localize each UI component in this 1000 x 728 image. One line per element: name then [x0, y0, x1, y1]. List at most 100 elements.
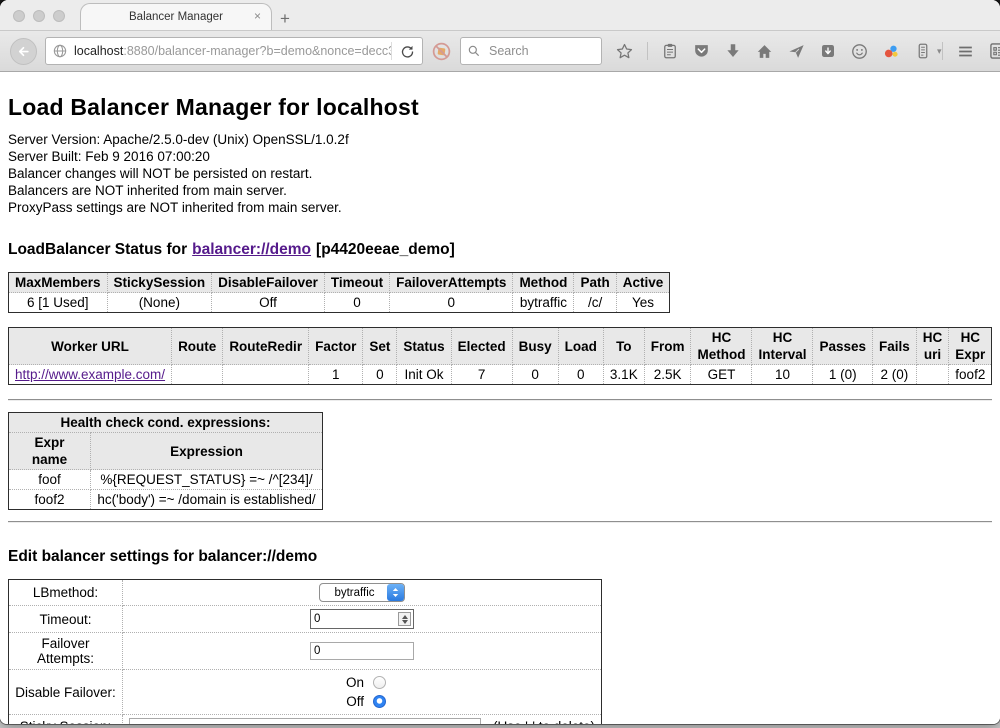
- clipboard-icon[interactable]: [661, 42, 679, 60]
- radio-on-button[interactable]: [373, 676, 386, 689]
- reload-button[interactable]: [392, 44, 422, 59]
- failover-attempts-input[interactable]: [310, 642, 414, 660]
- col-passes: Passes: [813, 328, 873, 365]
- worker-table: Worker URL Route RouteRedir Factor Set S…: [8, 327, 992, 385]
- cell-hc-method: GET: [691, 365, 752, 385]
- new-tab-button[interactable]: +: [280, 10, 290, 27]
- traffic-lights: [13, 10, 65, 22]
- sticky-session-note: (Use '-' to delete): [493, 719, 597, 724]
- downloads-icon[interactable]: [724, 42, 742, 60]
- url-input[interactable]: localhost:8880/balancer-manager?b=demo&n…: [74, 44, 391, 58]
- cell-elected: 7: [451, 365, 512, 385]
- radio-on-label: On: [338, 673, 364, 692]
- cell-set: 0: [363, 365, 397, 385]
- tab-balancer-manager[interactable]: Balancer Manager ×: [80, 3, 272, 30]
- select-stepper-icon: [387, 584, 404, 601]
- timeout-input[interactable]: [311, 613, 398, 625]
- worker-url-link[interactable]: http://www.example.com/: [15, 367, 165, 382]
- sticky-session-label: Sticky Session:: [9, 715, 123, 725]
- number-spinner-icon[interactable]: [398, 612, 411, 626]
- col-active: Active: [616, 273, 670, 293]
- cell-hc-uri: [916, 365, 949, 385]
- status-heading-prefix: LoadBalancer Status for: [8, 241, 187, 258]
- radio-off-button[interactable]: [373, 695, 386, 708]
- zoom-window-button[interactable]: [53, 10, 65, 22]
- sticky-session-input[interactable]: [129, 718, 481, 724]
- failover-attempts-label: Failover Attempts:: [9, 633, 123, 670]
- tab-close-icon[interactable]: ×: [254, 10, 261, 22]
- col-elected: Elected: [451, 328, 512, 365]
- cell-fails: 2 (0): [873, 365, 917, 385]
- feedback-smiley-icon[interactable]: [850, 42, 869, 61]
- col-fails: Fails: [873, 328, 917, 365]
- page-title: Load Balancer Manager for localhost: [8, 94, 992, 121]
- minimize-window-button[interactable]: [33, 10, 45, 22]
- lbmethod-selected-value: bytraffic: [334, 587, 374, 599]
- col-hc-uri: HC uri: [916, 328, 949, 365]
- cell-path: /c/: [574, 293, 616, 313]
- col-expr-name: Expr name: [9, 433, 91, 470]
- lbmethod-select[interactable]: bytraffic: [319, 583, 404, 602]
- search-input[interactable]: [487, 43, 601, 59]
- cell-expression: hc('body') =~ /domain is established/: [91, 490, 323, 510]
- radio-off-row: Off: [127, 692, 597, 711]
- cell-expr-name: foof: [9, 470, 91, 490]
- loadbalancer-status-heading: LoadBalancer Status forbalancer://demo[p…: [8, 241, 992, 259]
- form-row-failover-attempts: Failover Attempts:: [9, 633, 602, 670]
- col-failoverattempts: FailoverAttempts: [390, 273, 513, 293]
- lbmethod-label: LBmethod:: [9, 580, 123, 606]
- cell-routeredir: [223, 365, 309, 385]
- balancer-demo-link[interactable]: balancer://demo: [192, 241, 311, 258]
- table-row: http://www.example.com/ 1 0 Init Ok 7 0 …: [9, 365, 992, 385]
- url-path: :8880/balancer-manager?b=demo&nonce=decc…: [123, 44, 391, 58]
- col-hc-interval: HC Interval: [752, 328, 813, 365]
- pocket-icon[interactable]: [692, 42, 711, 61]
- url-bar[interactable]: localhost:8880/balancer-manager?b=demo&n…: [45, 37, 423, 65]
- health-check-table: Health check cond. expressions: Expr nam…: [8, 412, 323, 510]
- toolbar-right-group: [942, 41, 1000, 61]
- table-row: foof2 hc('body') =~ /domain is establish…: [9, 490, 323, 510]
- bookmark-star-icon[interactable]: [615, 42, 634, 61]
- table-row: 6 [1 Used] (None) Off 0 0 bytraffic /c/ …: [9, 293, 670, 313]
- menu-hamburger-icon[interactable]: [956, 42, 975, 61]
- col-factor: Factor: [309, 328, 363, 365]
- back-button[interactable]: [10, 38, 37, 65]
- edit-balancer-form: LBmethod: bytraffic Timeout:: [8, 579, 602, 724]
- disable-failover-label: Disable Failover:: [9, 670, 123, 715]
- tab-grid-icon[interactable]: [988, 41, 1000, 61]
- titlebar: Balancer Manager × +: [0, 0, 1000, 30]
- content-blocked-icon[interactable]: [431, 41, 452, 62]
- tab-title: Balancer Manager: [129, 11, 223, 23]
- cell-passes: 1 (0): [813, 365, 873, 385]
- form-row-disable-failover: Disable Failover: On Off: [9, 670, 602, 715]
- col-hc-method: HC Method: [691, 328, 752, 365]
- table-header-row: Worker URL Route RouteRedir Factor Set S…: [9, 328, 992, 365]
- col-set: Set: [363, 328, 397, 365]
- cell-timeout: 0: [324, 293, 389, 313]
- col-worker-url: Worker URL: [9, 328, 172, 365]
- form-row-sticky-session: Sticky Session: (Use '-' to delete): [9, 715, 602, 725]
- col-busy: Busy: [512, 328, 558, 365]
- save-page-icon[interactable]: [819, 42, 837, 60]
- col-route: Route: [172, 328, 223, 365]
- notes-panel-icon[interactable]: [914, 42, 932, 60]
- toolbar-separator: [942, 42, 943, 60]
- toolbar-icons: ▾: [615, 42, 942, 61]
- search-bar[interactable]: [460, 37, 602, 65]
- col-disablefailover: DisableFailover: [212, 273, 325, 293]
- home-icon[interactable]: [755, 42, 774, 61]
- table-row: foof %{REQUEST_STATUS} =~ /^[234]/: [9, 470, 323, 490]
- cell-hc-expr: foof2: [949, 365, 992, 385]
- close-window-button[interactable]: [13, 10, 25, 22]
- timeout-label: Timeout:: [9, 606, 123, 633]
- server-version-line: Server Version: Apache/2.5.0-dev (Unix) …: [8, 131, 992, 148]
- send-tab-icon[interactable]: [787, 42, 806, 61]
- extension-colored-dots-icon[interactable]: [882, 42, 901, 61]
- table-header-row: Expr name Expression: [9, 433, 323, 470]
- form-row-timeout: Timeout:: [9, 606, 602, 633]
- server-built-line: Server Built: Feb 9 2016 07:00:20: [8, 148, 992, 165]
- col-method: Method: [513, 273, 574, 293]
- col-to: To: [603, 328, 644, 365]
- divider: [8, 399, 992, 401]
- toolbar-separator: [647, 42, 648, 60]
